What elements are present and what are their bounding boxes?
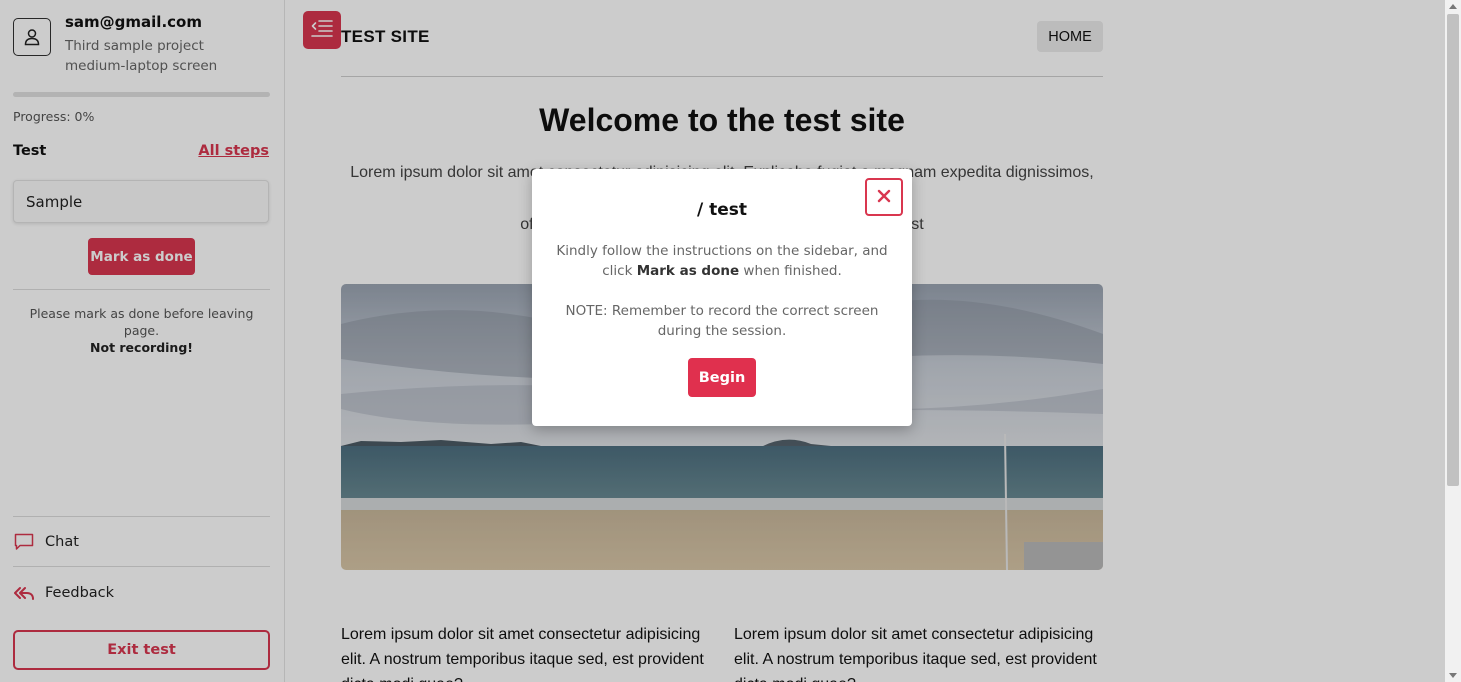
test-intro-modal: / test Kindly follow the instructions on…	[532, 169, 912, 426]
scroll-up-icon[interactable]	[1449, 4, 1457, 9]
scroll-thumb[interactable]	[1447, 14, 1459, 486]
modal-instructions: Kindly follow the instructions on the si…	[552, 241, 892, 281]
instruction-bold: Mark as done	[636, 263, 740, 279]
page-scrollbar[interactable]	[1445, 0, 1461, 682]
instruction-text-end: when finished.	[739, 263, 842, 279]
modal-note: NOTE: Remember to record the correct scr…	[565, 303, 879, 339]
modal-title: / test	[696, 200, 748, 220]
begin-button[interactable]: Begin	[688, 358, 756, 397]
scroll-down-icon[interactable]	[1449, 673, 1457, 678]
